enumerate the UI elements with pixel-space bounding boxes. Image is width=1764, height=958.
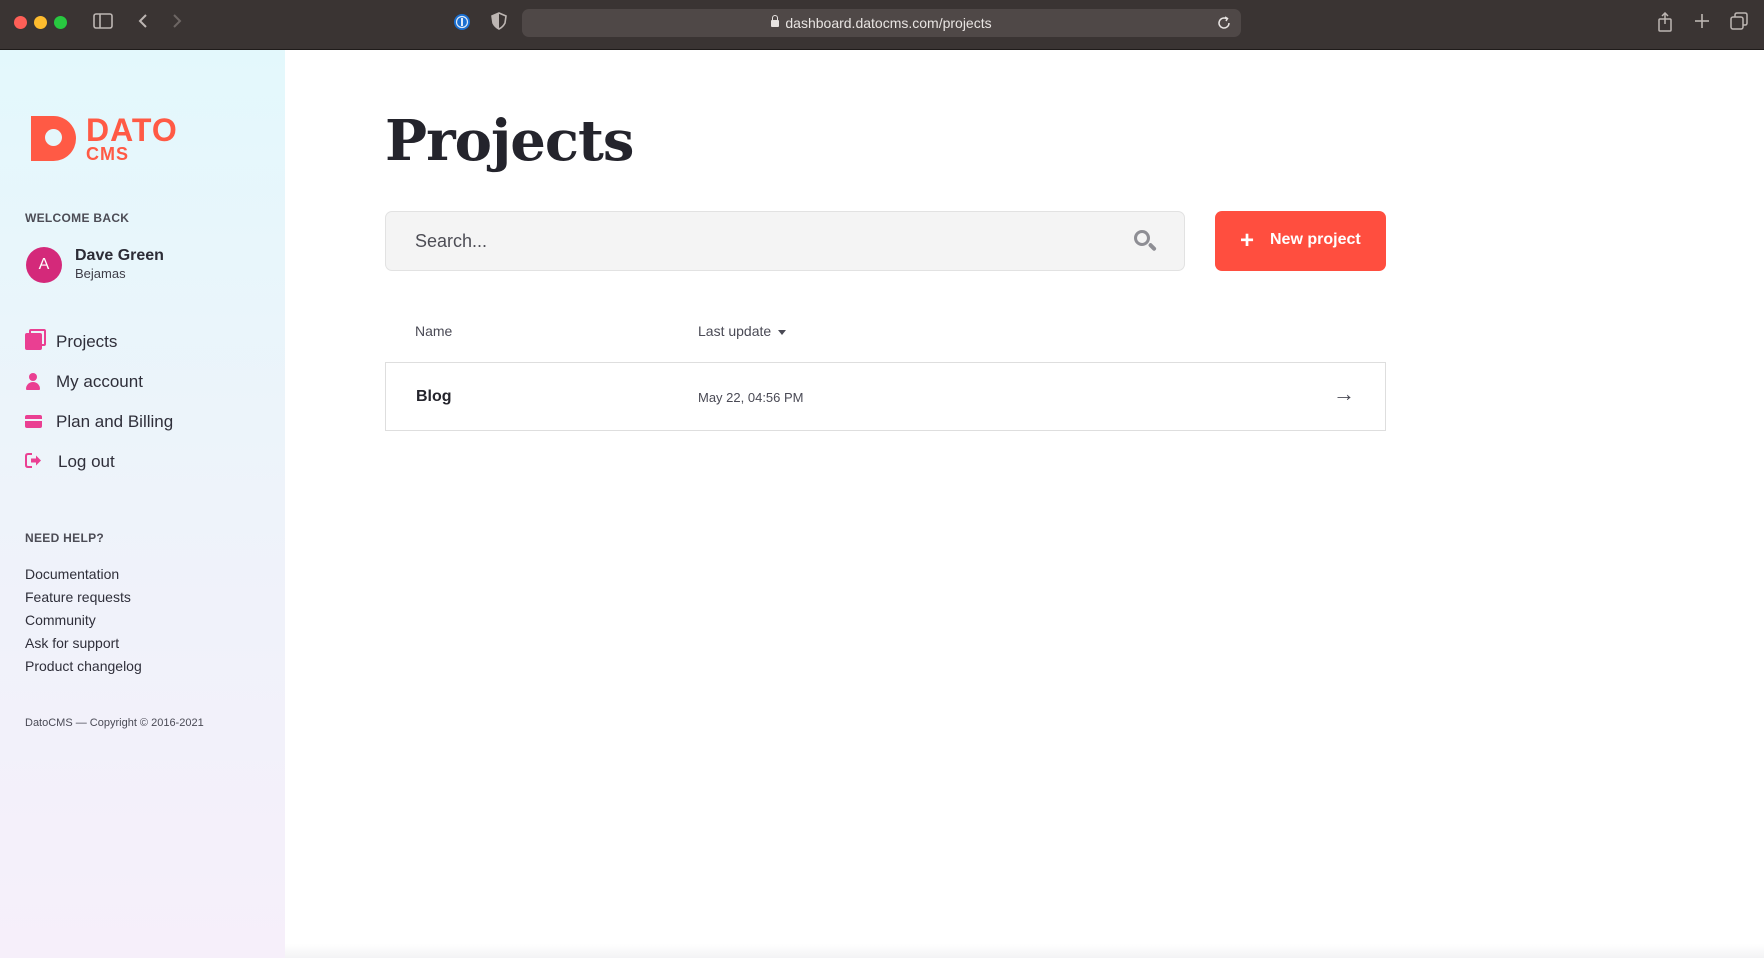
logo-text-dato: DATO	[86, 112, 178, 148]
help-link-feature-requests[interactable]: Feature requests	[25, 589, 131, 605]
password-manager-icon[interactable]	[452, 13, 472, 36]
help-link-documentation[interactable]: Documentation	[25, 566, 119, 582]
back-icon[interactable]	[134, 12, 152, 34]
browser-toolbar: dashboard.datocms.com/projects	[0, 0, 1764, 50]
search-box[interactable]	[385, 211, 1185, 271]
address-bar[interactable]: dashboard.datocms.com/projects	[522, 9, 1241, 37]
logout-icon	[25, 453, 42, 470]
column-header-last-update[interactable]: Last update	[698, 323, 787, 339]
sidebar-toggle-icon[interactable]	[92, 12, 114, 34]
new-project-button[interactable]: + New project	[1215, 211, 1386, 271]
sidebar-item-plan-and-billing[interactable]: Plan and Billing	[25, 409, 225, 435]
logo-mark-icon	[31, 116, 76, 161]
url-text: dashboard.datocms.com/projects	[785, 15, 992, 31]
plus-icon: +	[1240, 227, 1255, 254]
tab-overview-icon[interactable]	[1729, 12, 1749, 35]
user-icon	[25, 373, 42, 390]
project-row-blog[interactable]: Blog May 22, 04:56 PM →	[385, 362, 1386, 431]
lock-icon	[771, 15, 780, 27]
sidebar-item-label: Projects	[56, 332, 118, 351]
page-title: Projects	[385, 108, 634, 174]
copyright-text: DatoCMS — Copyright © 2016-2021	[25, 717, 204, 729]
main-content: Projects + New project Name Last update …	[285, 50, 1764, 958]
new-tab-icon[interactable]	[1692, 12, 1712, 34]
window-close-button[interactable]	[14, 16, 27, 29]
credit-card-icon	[25, 415, 42, 428]
sidebar-item-label: My account	[56, 372, 143, 391]
help-link-community[interactable]: Community	[25, 612, 96, 628]
reload-icon[interactable]	[1215, 13, 1233, 35]
sort-caret-down-icon	[778, 329, 787, 335]
window-zoom-button[interactable]	[54, 16, 67, 29]
avatar: A	[26, 247, 62, 283]
help-section-title: NEED HELP?	[25, 531, 105, 545]
projects-icon	[25, 329, 46, 350]
help-link-ask-for-support[interactable]: Ask for support	[25, 635, 119, 651]
privacy-shield-icon[interactable]	[489, 12, 509, 35]
bottom-shadow	[285, 944, 1764, 958]
help-link-product-changelog[interactable]: Product changelog	[25, 658, 142, 674]
search-icon[interactable]	[1134, 230, 1157, 252]
sidebar-item-log-out[interactable]: Log out	[25, 449, 225, 475]
search-input[interactable]	[415, 212, 1095, 270]
sidebar: DATO CMS WELCOME BACK A Dave Green Bejam…	[0, 50, 285, 958]
logo-text-cms: CMS	[86, 144, 129, 164]
sidebar-item-label: Plan and Billing	[56, 412, 174, 431]
share-icon[interactable]	[1655, 11, 1675, 37]
arrow-right-icon[interactable]: →	[1333, 381, 1355, 407]
welcome-label: WELCOME BACK	[25, 211, 130, 225]
project-last-update: May 22, 04:56 PM	[698, 390, 804, 405]
column-header-name[interactable]: Name	[415, 323, 452, 339]
new-project-label: New project	[1270, 231, 1361, 248]
sidebar-item-label: Log out	[58, 452, 115, 471]
project-name: Blog	[416, 388, 452, 405]
column-header-label: Last update	[698, 323, 772, 339]
user-name: Dave Green	[75, 247, 164, 264]
user-organization: Bejamas	[75, 266, 126, 281]
column-header-label: Name	[415, 323, 453, 339]
forward-icon[interactable]	[168, 12, 186, 34]
sidebar-item-my-account[interactable]: My account	[25, 369, 225, 395]
sidebar-item-projects[interactable]: Projects	[25, 329, 225, 355]
datocms-logo[interactable]: DATO CMS	[31, 114, 191, 166]
window-minimize-button[interactable]	[34, 16, 47, 29]
